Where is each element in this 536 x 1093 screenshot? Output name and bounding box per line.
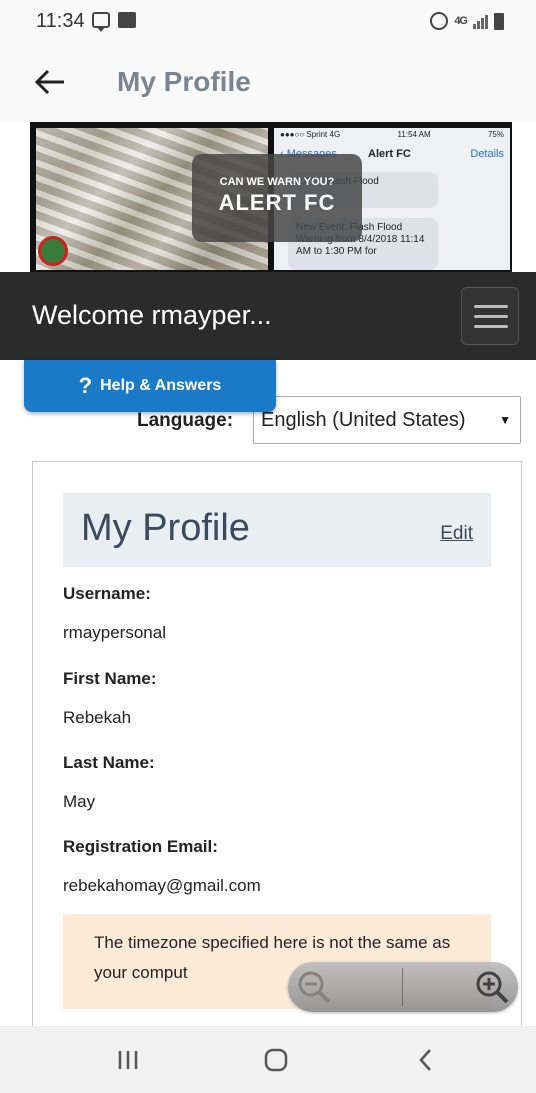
back-arrow-icon[interactable]	[30, 62, 70, 102]
status-notification-icons	[92, 12, 136, 32]
help-answers-label: Help & Answers	[100, 377, 222, 394]
first-name-label: First Name:	[63, 669, 157, 688]
page-title: My Profile	[117, 66, 251, 97]
message-icon	[92, 12, 110, 32]
battery-icon	[494, 12, 504, 30]
system-navigation-bar	[0, 1026, 536, 1093]
alarm-icon	[430, 12, 449, 30]
site-navbar: Welcome rmayper...	[0, 272, 536, 360]
chevron-down-icon: ▼	[499, 413, 511, 427]
banner-overlay-subtitle: CAN WE WARN YOU?	[219, 176, 335, 188]
phone-battery: 75%	[487, 130, 504, 139]
hamburger-menu-icon[interactable]	[461, 287, 519, 345]
registration-email-value: rebekahomay@gmail.com	[63, 876, 261, 895]
status-time: 11:34	[36, 10, 85, 32]
language-select[interactable]: English (United States) ▼	[253, 396, 521, 444]
registration-email-label: Registration Email:	[63, 837, 218, 856]
edit-profile-link[interactable]: Edit	[440, 523, 473, 545]
zoom-divider	[402, 968, 403, 1006]
banner-overlay-title: ALERT FC	[218, 190, 336, 215]
zoom-out-icon[interactable]	[294, 967, 334, 1007]
alert-fc-banner: ●●●○○ Sprint 4G 11:54 AM 75% ‹ Messages …	[30, 122, 512, 272]
help-answers-button[interactable]: ? Help & Answers	[24, 360, 276, 412]
username-value: rmaypersonal	[63, 623, 166, 642]
first-name-value: Rebekah	[63, 708, 132, 727]
status-system-icons: 4G	[430, 12, 504, 30]
lte-icon: 4G	[454, 15, 468, 27]
language-label: Language:	[137, 410, 234, 431]
zoom-in-icon[interactable]	[472, 967, 512, 1007]
profile-card: My Profile Edit Username: rmaypersonal F…	[32, 461, 522, 1041]
question-mark-icon: ?	[78, 373, 93, 398]
language-selected-value: English (United States)	[261, 409, 466, 431]
username-label: Username:	[63, 584, 151, 603]
back-icon[interactable]	[396, 1040, 456, 1080]
profile-header: My Profile Edit	[63, 493, 491, 567]
home-icon[interactable]	[246, 1040, 306, 1080]
zoom-control	[288, 962, 518, 1012]
phone-status-bar: ●●●○○ Sprint 4G 11:54 AM 75%	[274, 128, 510, 142]
banner-overlay: CAN WE WARN YOU? ALERT FC	[192, 154, 362, 242]
last-name-value: May	[63, 792, 96, 811]
recents-icon[interactable]	[98, 1040, 158, 1080]
phone-carrier: ●●●○○ Sprint 4G	[280, 130, 341, 139]
phone-title: Alert FC	[368, 148, 411, 160]
image-icon	[118, 12, 136, 28]
profile-title: My Profile	[81, 507, 250, 549]
banner-logo	[38, 236, 68, 266]
phone-time: 11:54 AM	[397, 130, 431, 139]
status-bar: 11:34 4G	[0, 0, 536, 44]
phone-details-label: Details	[470, 148, 504, 160]
welcome-text: Welcome rmayper...	[32, 300, 272, 330]
app-header: My Profile	[0, 44, 536, 122]
signal-icon	[473, 13, 488, 29]
last-name-label: Last Name:	[63, 753, 155, 772]
